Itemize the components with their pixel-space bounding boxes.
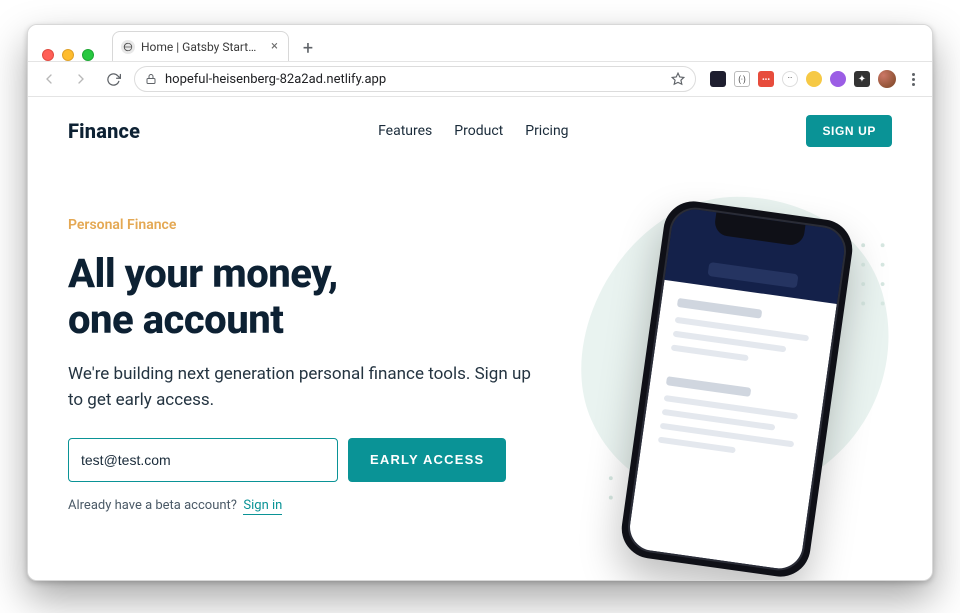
extension-icon[interactable] (734, 71, 750, 87)
extensions-menu-icon[interactable] (854, 71, 870, 87)
titlebar: Home | Gatsby Starter SaaS M × + (28, 25, 932, 61)
minimize-window-button[interactable] (62, 49, 74, 61)
beta-prompt-text: Already have a beta account? (68, 498, 237, 513)
primary-nav: Features Product Pricing (378, 123, 568, 139)
window-controls (28, 39, 106, 61)
extension-icon[interactable] (782, 71, 798, 87)
close-window-button[interactable] (42, 49, 54, 61)
profile-avatar[interactable] (878, 70, 896, 88)
browser-tab-active[interactable]: Home | Gatsby Starter SaaS M × (112, 31, 289, 61)
favicon-icon (121, 40, 135, 54)
url-text: hopeful-heisenberg-82a2ad.netlify.app (165, 72, 663, 87)
signin-link[interactable]: Sign in (243, 498, 282, 515)
tab-close-button[interactable]: × (271, 40, 278, 53)
beta-prompt: Already have a beta account? Sign in (68, 498, 588, 513)
hero-illustration (608, 217, 892, 513)
signup-button[interactable]: SIGN UP (806, 115, 892, 147)
new-tab-button[interactable]: + (295, 35, 321, 61)
site-header: Finance Features Product Pricing SIGN UP (28, 97, 932, 157)
headline-line-1: All your money, (68, 250, 338, 297)
forward-button[interactable] (70, 68, 92, 90)
address-bar[interactable]: hopeful-heisenberg-82a2ad.netlify.app (134, 66, 696, 92)
browser-toolbar: hopeful-heisenberg-82a2ad.netlify.app (28, 61, 932, 97)
browser-menu-button[interactable] (904, 70, 922, 88)
tab-strip: Home | Gatsby Starter SaaS M × + (112, 31, 321, 61)
reload-button[interactable] (102, 68, 124, 90)
extension-icon[interactable] (830, 71, 846, 87)
headline-line-2: one account (68, 296, 283, 343)
phone-app-body (627, 280, 837, 572)
hero-subhead: We're building next generation personal … (68, 361, 548, 414)
nav-link-features[interactable]: Features (378, 123, 432, 139)
extension-icon[interactable] (806, 71, 822, 87)
cta-row: EARLY ACCESS (68, 438, 588, 482)
tab-title: Home | Gatsby Starter SaaS M (141, 40, 261, 54)
bookmark-icon[interactable] (671, 72, 685, 86)
email-input[interactable] (68, 438, 338, 482)
extension-icon[interactable] (710, 71, 726, 87)
maximize-window-button[interactable] (82, 49, 94, 61)
nav-link-product[interactable]: Product (454, 123, 503, 139)
early-access-button[interactable]: EARLY ACCESS (348, 438, 506, 482)
page-content: Finance Features Product Pricing SIGN UP… (28, 97, 932, 580)
hero-headline: All your money, one account (68, 251, 588, 343)
hero-copy: Personal Finance All your money, one acc… (68, 217, 588, 513)
lock-icon (145, 73, 157, 85)
extension-icon[interactable] (758, 71, 774, 87)
hero-section: Personal Finance All your money, one acc… (28, 157, 932, 513)
back-button[interactable] (38, 68, 60, 90)
nav-link-pricing[interactable]: Pricing (525, 123, 568, 139)
extension-icons (706, 70, 922, 88)
site-logo[interactable]: Finance (68, 119, 140, 143)
browser-window: Home | Gatsby Starter SaaS M × + hope (27, 24, 933, 581)
hero-eyebrow: Personal Finance (68, 217, 588, 233)
